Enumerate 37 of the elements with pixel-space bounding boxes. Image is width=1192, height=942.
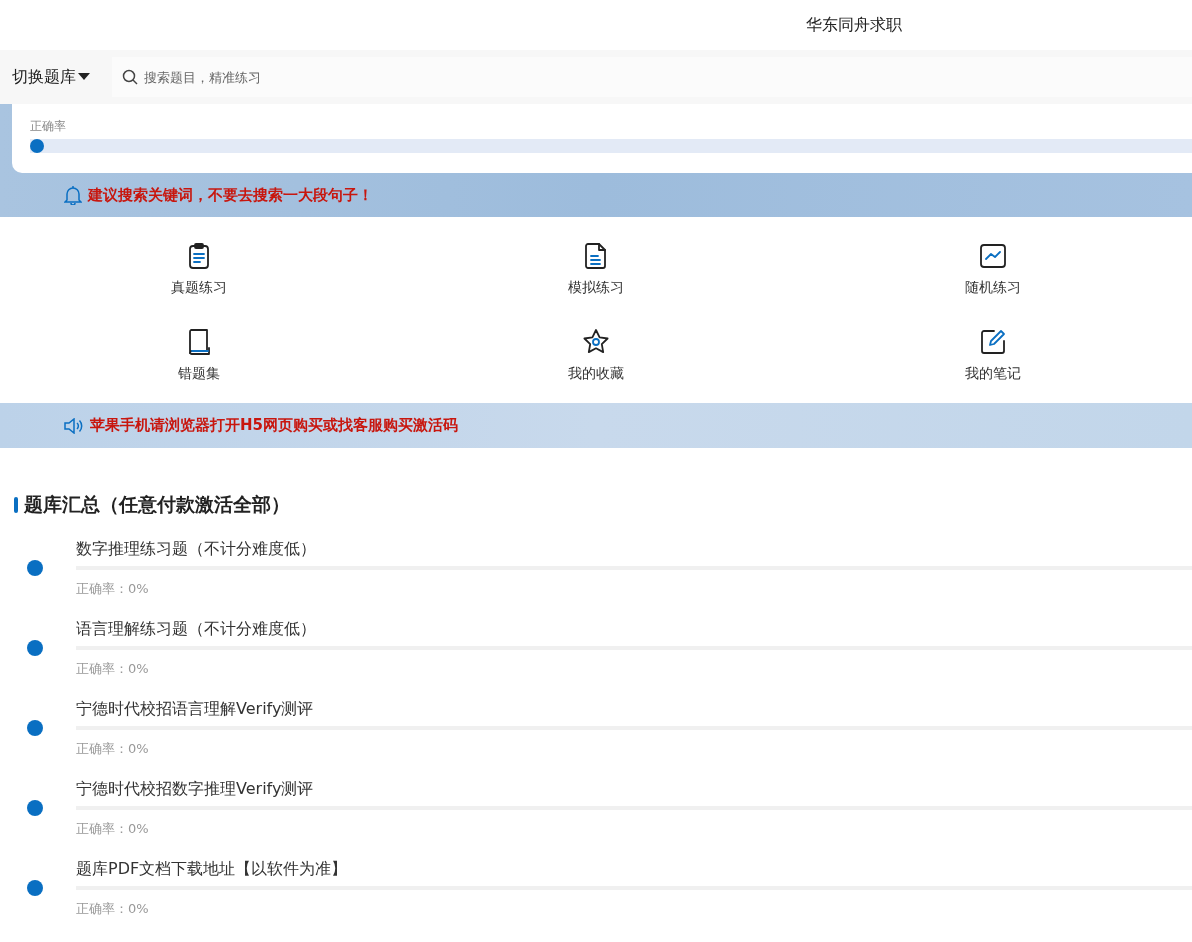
list-dot [27,720,43,736]
menu-tile[interactable]: 随机练习 [794,241,1192,297]
list-dot [27,880,43,896]
section-title: 题库汇总（任意付款激活全部） [24,492,290,517]
accuracy-slider[interactable] [30,139,1192,153]
caret-icon [78,73,90,81]
bank-title[interactable]: 题库PDF文档下载地址【以软件为准】 [76,858,1192,880]
menu-tile[interactable]: 真题练习 [0,241,398,297]
search-icon [122,69,138,85]
accuracy-text: 正确率：0% [76,739,150,758]
bank-title[interactable]: 宁德时代校招数字推理Verify测评 [76,778,1192,800]
accuracy-text: 正确率：0% [76,659,150,678]
bank-title[interactable]: 宁德时代校招语言理解Verify测评 [76,698,1192,720]
slider-thumb[interactable] [30,139,44,153]
list-dot [27,800,43,816]
accuracy-text: 正确率：0% [76,899,150,918]
bell-icon [64,185,82,205]
accuracy-label: 正确率 [30,118,67,135]
menu-tile[interactable]: 模拟练习 [397,241,795,297]
section-marker [14,497,18,513]
bank-title[interactable]: 数字推理练习题（不计分难度低） [76,538,1192,560]
search-bar[interactable]: 搜索题目，精准练习 [112,57,1192,97]
bank-title[interactable]: 语言理解练习题（不计分难度低） [76,618,1192,640]
menu-tile[interactable]: 我的收藏 [397,327,795,383]
menu-tile[interactable]: 我的笔记 [794,327,1192,383]
accuracy-text: 正确率：0% [76,819,150,838]
accuracy-text: 正确率：0% [76,579,150,598]
bank-switch-dropdown[interactable]: 切换题库 [12,66,90,88]
menu-tile[interactable]: 错题集 [0,327,398,383]
list-dot [27,640,43,656]
chart-icon [978,241,1009,271]
app-title: 华东同舟求职 [806,14,902,36]
search-field[interactable]: 搜索题目，精准练习 [142,68,1192,86]
notice-text: 建议搜索关键词，不要去搜索一大段句子！ [88,185,373,205]
notice-text: 苹果手机请浏览器打开H5网页购买或找客服购买激活码 [90,416,458,435]
speaker-icon [64,417,84,434]
list-dot [27,560,43,576]
